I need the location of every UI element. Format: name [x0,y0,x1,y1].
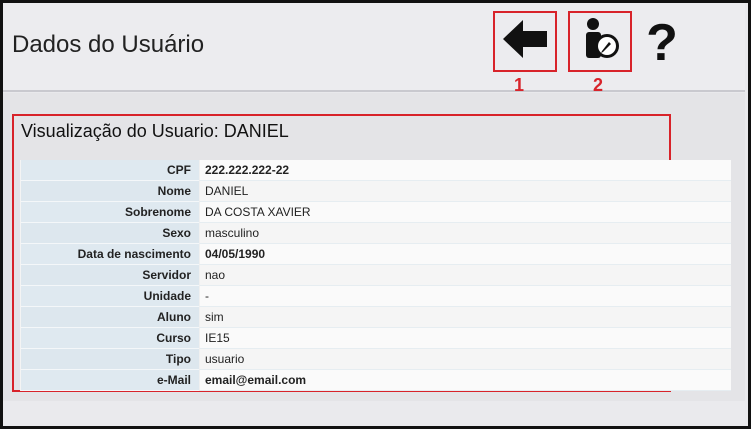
table-row-cpf: CPF 222.222.222-22 [21,160,731,181]
table-row-sexo: Sexo masculino [21,223,731,244]
table-row-nascimento: Data de nascimento 04/05/1990 [21,244,731,265]
field-label: Sobrenome [21,202,199,223]
table-row-unidade: Unidade - [21,286,731,307]
field-value: sim [199,307,731,328]
field-value: IE15 [199,328,731,349]
field-value: 04/05/1990 [199,244,731,265]
header-divider [3,90,745,92]
table-row-email: e-Mail email@email.com [21,370,731,391]
table-row-tipo: Tipo usuario [21,349,731,370]
user-details-table: CPF 222.222.222-22 Nome DANIEL Sobrenome… [20,160,731,391]
help-button[interactable]: ? [641,14,683,72]
field-value: nao [199,265,731,286]
field-label: Servidor [21,265,199,286]
field-value: usuario [199,349,731,370]
back-button[interactable] [493,11,557,72]
table-row-aluno: Aluno sim [21,307,731,328]
field-value: DANIEL [199,181,731,202]
field-value: email@email.com [199,370,731,391]
field-label: Data de nascimento [21,244,199,265]
field-value: masculino [199,223,731,244]
field-value: 222.222.222-22 [199,160,731,181]
field-label: Curso [21,328,199,349]
table-row-curso: Curso IE15 [21,328,731,349]
field-label: CPF [21,160,199,181]
panel-title: Visualização do Usuario: DANIEL [21,121,289,141]
field-label: Unidade [21,286,199,307]
field-label: e-Mail [21,370,199,391]
field-value: - [199,286,731,307]
table-row-sobrenome: Sobrenome DA COSTA XAVIER [21,202,731,223]
edit-user-button[interactable] [568,11,632,72]
left-arrow-icon [503,20,547,63]
field-label: Aluno [21,307,199,328]
page-title: Dados do Usuário [12,31,205,58]
footer-area [3,401,745,423]
table-row-servidor: Servidor nao [21,265,731,286]
field-label: Tipo [21,349,199,370]
field-label: Nome [21,181,199,202]
field-value: DA COSTA XAVIER [199,202,731,223]
field-label: Sexo [21,223,199,244]
table-row-nome: Nome DANIEL [21,181,731,202]
user-edit-icon [578,17,622,66]
